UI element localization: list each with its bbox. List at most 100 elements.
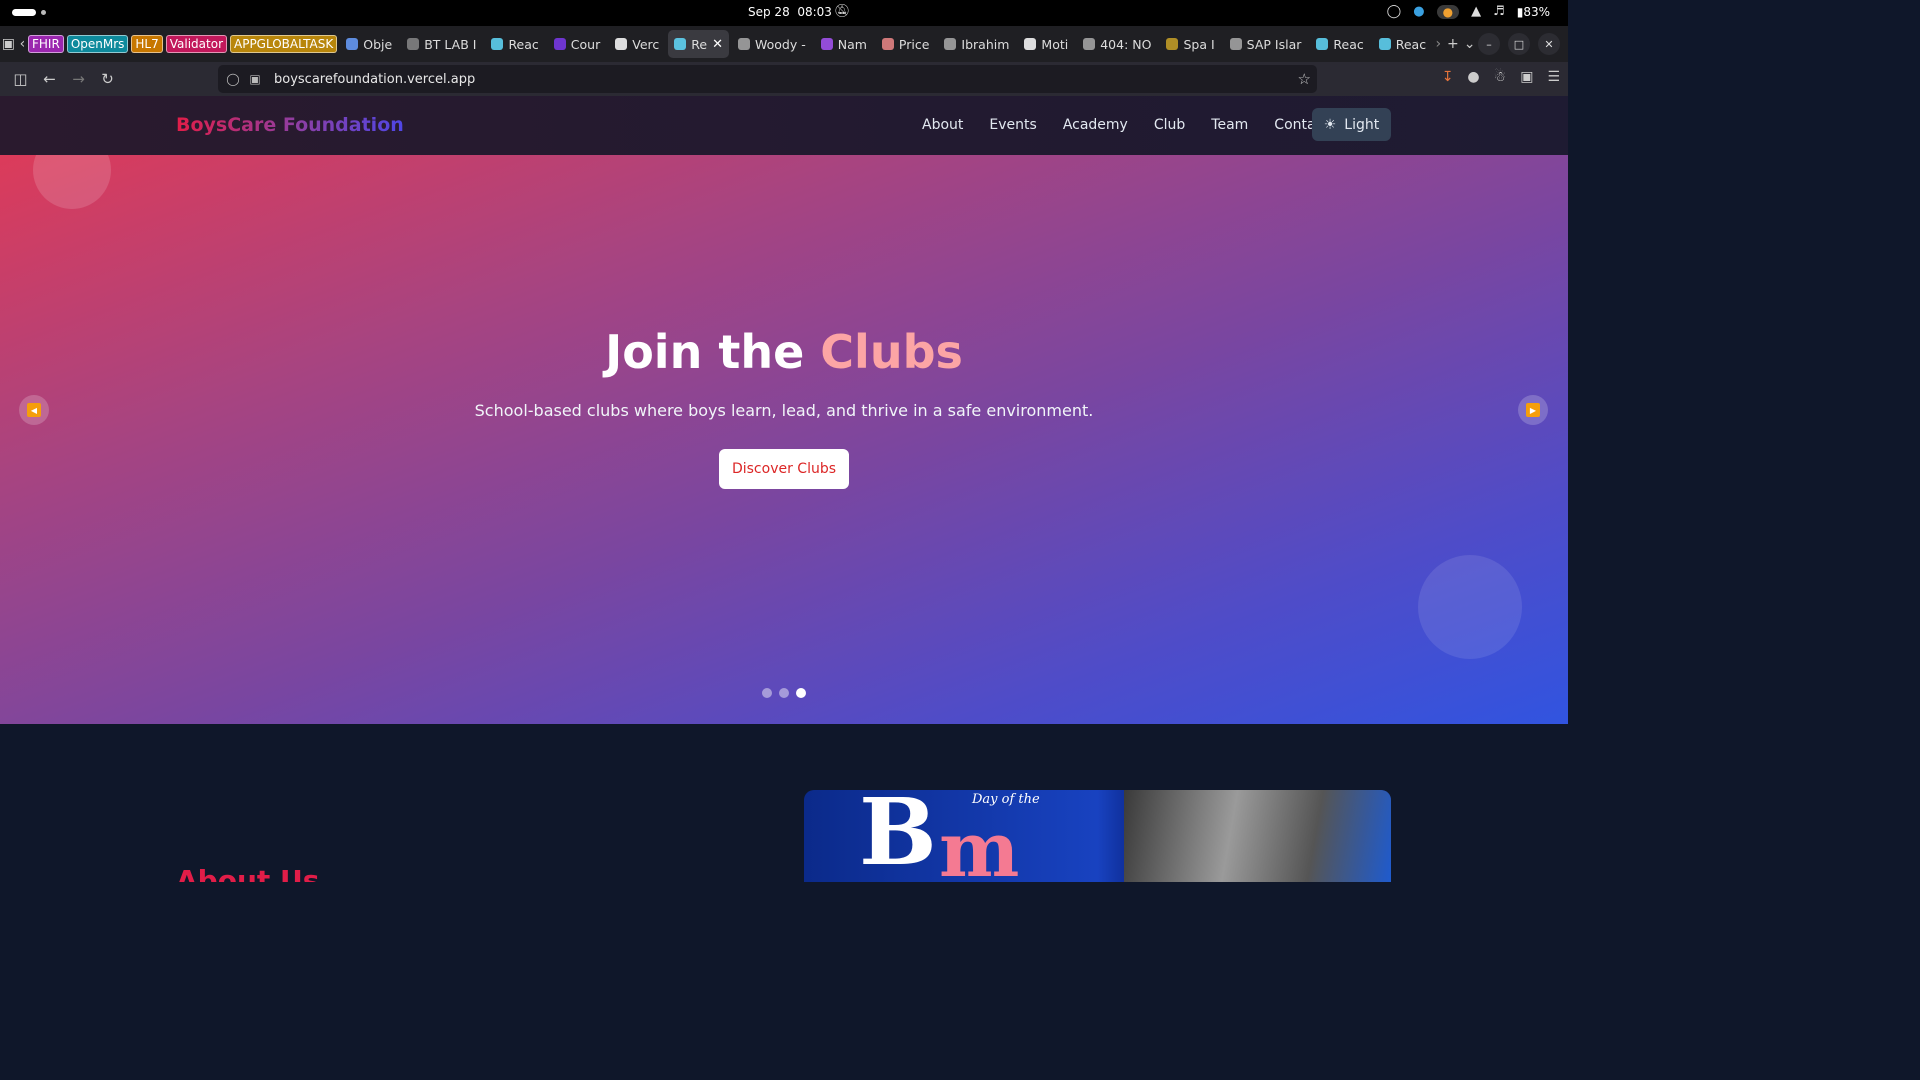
discover-clubs-button[interactable]: Discover Clubs [719,449,849,489]
close-window-icon[interactable]: ✕ [1538,33,1560,55]
tab-badge-openmrs[interactable]: OpenMrs [66,35,129,53]
scroll-tabs-right-icon[interactable]: › [1432,29,1444,59]
site-brand[interactable]: BoysCare Foundation [176,114,404,136]
tab-favicon-icon [1378,38,1391,50]
battery-percent: 83% [1523,4,1550,19]
tab-favicon-icon [491,38,504,50]
hero-title: Join the Clubs [0,325,1568,379]
tab-favicon-icon [1316,38,1329,50]
extensions-icon[interactable]: ☃ [1494,69,1507,85]
app-menu-icon[interactable]: ☰ [1547,69,1560,85]
tab-badge-validator[interactable]: Validator [165,35,227,53]
navigation-toolbar: ◫ ← → ↻ ◯ ▣ boyscarefoundation.vercel.ap… [0,62,1568,96]
os-date: Sep 28 [748,5,790,19]
workspace-indicator[interactable] [12,9,36,16]
about-image-letter: B [859,790,937,882]
theme-toggle-label: Light [1344,116,1380,133]
tab[interactable]: Price [876,30,936,58]
theme-toggle-button[interactable]: ☀ Light [1312,108,1391,141]
tab-label: FHIR [32,37,60,51]
tab-badge-hl7[interactable]: HL7 [131,35,163,53]
scroll-tabs-left-icon[interactable]: ‹ [17,29,28,59]
tab[interactable]: Spa I [1160,30,1220,58]
battery-indicator[interactable]: ▮83% [1517,5,1550,19]
tab[interactable]: Moti [1018,30,1074,58]
downloads-icon[interactable]: ↧ [1442,69,1454,85]
tab-favicon-icon [944,38,957,50]
tab-label: HL7 [135,37,159,51]
carousel-dot-1[interactable] [762,688,772,698]
list-all-tabs-icon[interactable]: ⌄ [1461,29,1478,59]
decorative-bubble [1418,555,1522,659]
workspace-dot[interactable] [41,10,46,15]
close-tab-icon[interactable]: ✕ [712,37,723,52]
tab-favicon-icon [1083,38,1096,50]
tab[interactable]: 404: NO [1077,30,1157,58]
tab-favicon-icon [346,38,359,50]
tab[interactable]: SAP Islar [1224,30,1308,58]
pocket-icon[interactable]: ▣ [1520,69,1533,85]
site-header: BoysCare Foundation About Events Academy… [0,96,1568,155]
carousel-dot-3[interactable] [796,688,806,698]
tab-overview-icon[interactable]: ▣ [0,29,17,59]
tab[interactable]: Obje [340,30,398,58]
menu-academy[interactable]: Academy [1063,117,1128,133]
tab[interactable]: Nam [815,30,873,58]
notifications-muted-icon[interactable]: 🔕︎ [834,4,851,19]
tab[interactable]: Ibrahim [938,30,1015,58]
account-avatar-icon[interactable]: ● [1467,69,1479,85]
carousel-next-button[interactable]: ▶ [1518,395,1548,425]
wifi-icon[interactable]: ▲ [1471,4,1481,19]
tab-list: FHIR OpenMrs HL7 Validator APPGLOBALTASK Obje… [28,30,1432,58]
about-image-caption: Day of the [972,792,1040,807]
tab-label: Obje [363,36,393,52]
os-time: 08:03 [797,5,832,19]
tab[interactable]: Woody - [732,30,812,58]
menu-team[interactable]: Team [1211,117,1248,133]
new-tab-icon[interactable]: + [1444,29,1461,59]
restore-icon[interactable]: □ [1508,33,1530,55]
minimize-icon[interactable]: – [1478,33,1500,55]
carousel-indicators [762,688,806,698]
lock-icon[interactable]: ▣ [248,72,262,86]
url-text[interactable]: boyscarefoundation.vercel.app [274,72,475,87]
tab-label: 404: NO [1100,36,1152,52]
tab-label: Cour [570,36,601,52]
carousel-dot-2[interactable] [779,688,789,698]
volume-icon[interactable]: ♬ [1493,4,1505,19]
menu-events[interactable]: Events [989,117,1036,133]
tab-favicon-icon [881,38,894,50]
bookmark-star-icon[interactable]: ☆ [1298,70,1311,88]
steam-icon[interactable]: ◯ [1387,4,1402,19]
tab-label: Reac [1395,36,1427,52]
os-clock[interactable]: Sep 28 08:03 [748,5,832,19]
tab[interactable]: Reac [1373,30,1432,58]
tab-active[interactable]: Re ✕ [668,30,729,58]
tab-label: Re [691,36,708,52]
forward-icon[interactable]: → [64,70,93,88]
hero-carousel: Join the Clubs School-based clubs where … [0,155,1568,724]
edge-icon[interactable]: ● [1413,4,1424,19]
tab-favicon-icon [553,38,566,50]
tab-badge-appglobaltask[interactable]: APPGLOBALTASK [230,35,338,53]
reload-icon[interactable]: ↻ [93,70,122,88]
tab[interactable]: Cour [548,30,606,58]
microphone-icon[interactable]: ● [1436,4,1460,19]
tab[interactable]: BT LAB I [401,30,482,58]
carousel-prev-button[interactable]: ◀ [19,395,49,425]
tracking-protection-icon[interactable]: ◯ [226,72,240,86]
sidebar-toggle-icon[interactable]: ◫ [6,70,35,88]
menu-about[interactable]: About [922,117,963,133]
tab[interactable]: Reac [1310,30,1369,58]
tab-label: OpenMrs [70,37,125,51]
system-tray: ◯ ● ● ▲ ♬ ▮83% [1387,4,1550,19]
menu-club[interactable]: Club [1154,117,1185,133]
tab[interactable]: Verc [609,30,665,58]
back-icon[interactable]: ← [35,70,64,88]
tab-label: Reac [508,36,539,52]
tab[interactable]: Reac [485,30,544,58]
hero-title-prefix: Join the [605,325,805,379]
tab-badge-fhir[interactable]: FHIR [28,35,64,53]
address-bar[interactable]: ◯ ▣ boyscarefoundation.vercel.app ☆ [218,65,1317,93]
hero-title-highlight: Clubs [820,325,963,379]
